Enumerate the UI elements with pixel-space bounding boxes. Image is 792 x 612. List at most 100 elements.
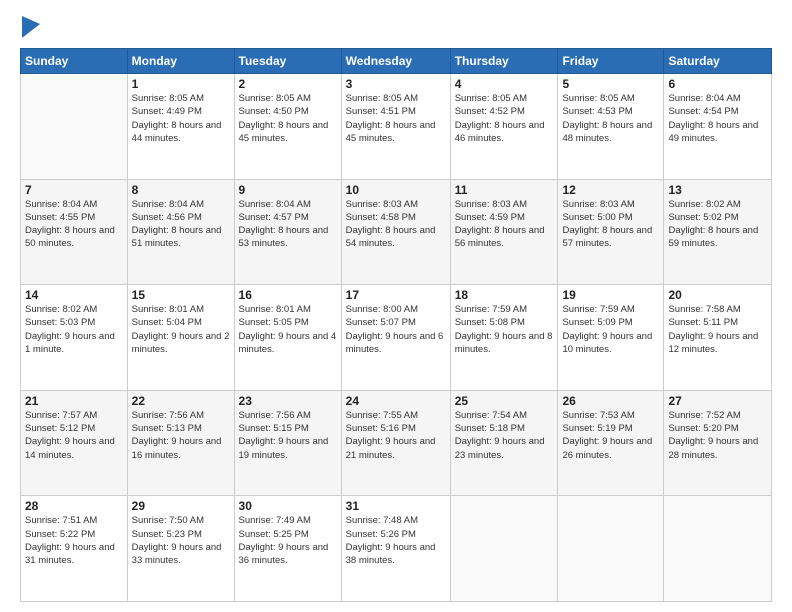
header	[20, 16, 772, 38]
day-info: Sunrise: 8:01 AMSunset: 5:05 PMDaylight:…	[239, 303, 337, 356]
day-info: Sunrise: 8:04 AMSunset: 4:55 PMDaylight:…	[25, 198, 123, 251]
day-info: Sunrise: 8:02 AMSunset: 5:02 PMDaylight:…	[668, 198, 767, 251]
day-of-week-header: Friday	[558, 49, 664, 74]
day-number: 3	[346, 77, 446, 91]
calendar-cell: 22Sunrise: 7:56 AMSunset: 5:13 PMDayligh…	[127, 390, 234, 496]
day-info: Sunrise: 8:04 AMSunset: 4:57 PMDaylight:…	[239, 198, 337, 251]
day-number: 10	[346, 183, 446, 197]
day-number: 19	[562, 288, 659, 302]
day-number: 7	[25, 183, 123, 197]
day-number: 2	[239, 77, 337, 91]
day-number: 14	[25, 288, 123, 302]
calendar-cell: 5Sunrise: 8:05 AMSunset: 4:53 PMDaylight…	[558, 74, 664, 180]
day-info: Sunrise: 7:58 AMSunset: 5:11 PMDaylight:…	[668, 303, 767, 356]
day-info: Sunrise: 7:54 AMSunset: 5:18 PMDaylight:…	[455, 409, 554, 462]
day-info: Sunrise: 8:05 AMSunset: 4:49 PMDaylight:…	[132, 92, 230, 145]
calendar-cell: 4Sunrise: 8:05 AMSunset: 4:52 PMDaylight…	[450, 74, 558, 180]
day-info: Sunrise: 7:59 AMSunset: 5:08 PMDaylight:…	[455, 303, 554, 356]
day-of-week-header: Sunday	[21, 49, 128, 74]
calendar-cell: 8Sunrise: 8:04 AMSunset: 4:56 PMDaylight…	[127, 179, 234, 285]
calendar-cell: 31Sunrise: 7:48 AMSunset: 5:26 PMDayligh…	[341, 496, 450, 602]
day-info: Sunrise: 7:59 AMSunset: 5:09 PMDaylight:…	[562, 303, 659, 356]
calendar-cell: 15Sunrise: 8:01 AMSunset: 5:04 PMDayligh…	[127, 285, 234, 391]
day-info: Sunrise: 8:03 AMSunset: 4:58 PMDaylight:…	[346, 198, 446, 251]
calendar-cell: 27Sunrise: 7:52 AMSunset: 5:20 PMDayligh…	[664, 390, 772, 496]
calendar-cell: 10Sunrise: 8:03 AMSunset: 4:58 PMDayligh…	[341, 179, 450, 285]
day-of-week-header: Wednesday	[341, 49, 450, 74]
day-info: Sunrise: 8:03 AMSunset: 5:00 PMDaylight:…	[562, 198, 659, 251]
day-info: Sunrise: 7:57 AMSunset: 5:12 PMDaylight:…	[25, 409, 123, 462]
day-info: Sunrise: 7:52 AMSunset: 5:20 PMDaylight:…	[668, 409, 767, 462]
day-info: Sunrise: 7:50 AMSunset: 5:23 PMDaylight:…	[132, 514, 230, 567]
calendar-cell: 17Sunrise: 8:00 AMSunset: 5:07 PMDayligh…	[341, 285, 450, 391]
calendar-cell: 6Sunrise: 8:04 AMSunset: 4:54 PMDaylight…	[664, 74, 772, 180]
calendar-cell: 11Sunrise: 8:03 AMSunset: 4:59 PMDayligh…	[450, 179, 558, 285]
calendar-cell	[450, 496, 558, 602]
calendar-cell: 25Sunrise: 7:54 AMSunset: 5:18 PMDayligh…	[450, 390, 558, 496]
calendar-cell: 23Sunrise: 7:56 AMSunset: 5:15 PMDayligh…	[234, 390, 341, 496]
day-number: 16	[239, 288, 337, 302]
logo-icon	[22, 16, 40, 38]
calendar-cell: 28Sunrise: 7:51 AMSunset: 5:22 PMDayligh…	[21, 496, 128, 602]
calendar-cell: 3Sunrise: 8:05 AMSunset: 4:51 PMDaylight…	[341, 74, 450, 180]
day-info: Sunrise: 8:03 AMSunset: 4:59 PMDaylight:…	[455, 198, 554, 251]
day-number: 6	[668, 77, 767, 91]
day-number: 4	[455, 77, 554, 91]
day-info: Sunrise: 8:02 AMSunset: 5:03 PMDaylight:…	[25, 303, 123, 356]
day-info: Sunrise: 7:55 AMSunset: 5:16 PMDaylight:…	[346, 409, 446, 462]
day-info: Sunrise: 8:05 AMSunset: 4:52 PMDaylight:…	[455, 92, 554, 145]
day-number: 11	[455, 183, 554, 197]
day-info: Sunrise: 8:05 AMSunset: 4:53 PMDaylight:…	[562, 92, 659, 145]
calendar-cell	[664, 496, 772, 602]
day-number: 28	[25, 499, 123, 513]
page: SundayMondayTuesdayWednesdayThursdayFrid…	[0, 0, 792, 612]
calendar-cell: 13Sunrise: 8:02 AMSunset: 5:02 PMDayligh…	[664, 179, 772, 285]
day-info: Sunrise: 7:48 AMSunset: 5:26 PMDaylight:…	[346, 514, 446, 567]
day-number: 12	[562, 183, 659, 197]
calendar-cell: 20Sunrise: 7:58 AMSunset: 5:11 PMDayligh…	[664, 285, 772, 391]
calendar-cell	[558, 496, 664, 602]
day-info: Sunrise: 7:56 AMSunset: 5:13 PMDaylight:…	[132, 409, 230, 462]
calendar-week-row: 28Sunrise: 7:51 AMSunset: 5:22 PMDayligh…	[21, 496, 772, 602]
calendar-cell: 21Sunrise: 7:57 AMSunset: 5:12 PMDayligh…	[21, 390, 128, 496]
day-info: Sunrise: 8:01 AMSunset: 5:04 PMDaylight:…	[132, 303, 230, 356]
day-number: 8	[132, 183, 230, 197]
day-of-week-header: Tuesday	[234, 49, 341, 74]
calendar-cell: 7Sunrise: 8:04 AMSunset: 4:55 PMDaylight…	[21, 179, 128, 285]
calendar-cell	[21, 74, 128, 180]
calendar-cell: 26Sunrise: 7:53 AMSunset: 5:19 PMDayligh…	[558, 390, 664, 496]
day-number: 15	[132, 288, 230, 302]
day-of-week-header: Saturday	[664, 49, 772, 74]
day-info: Sunrise: 7:56 AMSunset: 5:15 PMDaylight:…	[239, 409, 337, 462]
calendar-cell: 18Sunrise: 7:59 AMSunset: 5:08 PMDayligh…	[450, 285, 558, 391]
calendar-week-row: 14Sunrise: 8:02 AMSunset: 5:03 PMDayligh…	[21, 285, 772, 391]
day-number: 29	[132, 499, 230, 513]
day-number: 5	[562, 77, 659, 91]
calendar-table: SundayMondayTuesdayWednesdayThursdayFrid…	[20, 48, 772, 602]
day-number: 21	[25, 394, 123, 408]
day-number: 24	[346, 394, 446, 408]
day-number: 30	[239, 499, 337, 513]
day-info: Sunrise: 7:49 AMSunset: 5:25 PMDaylight:…	[239, 514, 337, 567]
day-number: 20	[668, 288, 767, 302]
calendar-cell: 2Sunrise: 8:05 AMSunset: 4:50 PMDaylight…	[234, 74, 341, 180]
calendar-cell: 12Sunrise: 8:03 AMSunset: 5:00 PMDayligh…	[558, 179, 664, 285]
day-number: 17	[346, 288, 446, 302]
day-number: 18	[455, 288, 554, 302]
day-of-week-header: Thursday	[450, 49, 558, 74]
calendar-cell: 29Sunrise: 7:50 AMSunset: 5:23 PMDayligh…	[127, 496, 234, 602]
calendar-week-row: 7Sunrise: 8:04 AMSunset: 4:55 PMDaylight…	[21, 179, 772, 285]
calendar-week-row: 1Sunrise: 8:05 AMSunset: 4:49 PMDaylight…	[21, 74, 772, 180]
calendar-cell: 14Sunrise: 8:02 AMSunset: 5:03 PMDayligh…	[21, 285, 128, 391]
day-number: 23	[239, 394, 337, 408]
day-number: 26	[562, 394, 659, 408]
logo	[20, 16, 38, 38]
calendar-cell: 16Sunrise: 8:01 AMSunset: 5:05 PMDayligh…	[234, 285, 341, 391]
day-number: 13	[668, 183, 767, 197]
day-info: Sunrise: 8:05 AMSunset: 4:51 PMDaylight:…	[346, 92, 446, 145]
day-number: 9	[239, 183, 337, 197]
day-number: 1	[132, 77, 230, 91]
day-number: 31	[346, 499, 446, 513]
day-info: Sunrise: 8:05 AMSunset: 4:50 PMDaylight:…	[239, 92, 337, 145]
calendar-cell: 9Sunrise: 8:04 AMSunset: 4:57 PMDaylight…	[234, 179, 341, 285]
